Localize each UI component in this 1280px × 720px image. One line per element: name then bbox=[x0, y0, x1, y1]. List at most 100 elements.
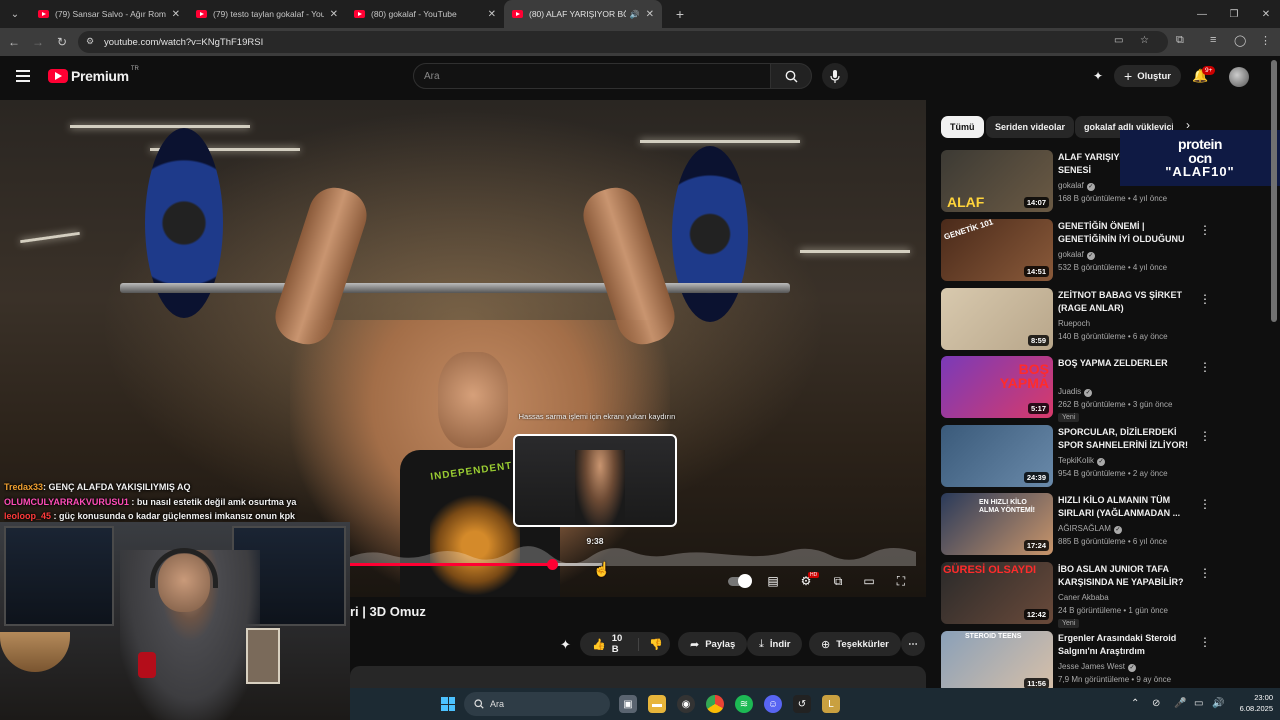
new-tab-button[interactable]: + bbox=[668, 6, 692, 22]
channel-name[interactable]: Ruepoch bbox=[1058, 319, 1090, 328]
recommended-video[interactable]: GÜRESİ OLSAYDI 12:42 İBO ASLAN JUNIOR TAFA… bbox=[941, 562, 1271, 628]
video-thumbnail[interactable]: STEROID TEENS 11:56 bbox=[941, 631, 1053, 693]
more-vertical-icon[interactable]: ⋮ bbox=[1199, 635, 1211, 649]
autoplay-toggle[interactable] bbox=[727, 573, 752, 589]
site-info-icon[interactable]: ⚙ bbox=[86, 36, 98, 48]
profile-icon[interactable]: ◯ bbox=[1234, 34, 1246, 47]
download-button[interactable]: ⤓ İndir bbox=[747, 632, 803, 656]
browser-tab-1[interactable]: (79) Sansar Salvo - Ağır Roman ✕ bbox=[30, 0, 188, 28]
window-close-icon[interactable]: ✕ bbox=[1250, 0, 1280, 28]
more-vertical-icon[interactable]: ⋮ bbox=[1199, 566, 1211, 580]
recommended-video[interactable]: EN HIZLI KİLO ALMA YÖNTEMİ! 17:24 HIZLI Kİ… bbox=[941, 493, 1271, 557]
bookmark-star-icon[interactable]: ☆ bbox=[1140, 35, 1149, 46]
restore-icon[interactable]: ❐ bbox=[1218, 0, 1250, 28]
tab-close-icon[interactable]: ✕ bbox=[646, 9, 654, 20]
recommended-video[interactable]: GENETİK 101 14:51 GENETİĞİN ÖNEMİ | GENETİ… bbox=[941, 219, 1271, 283]
chip-all[interactable]: Tümü bbox=[941, 116, 984, 138]
more-vertical-icon[interactable]: ⋮ bbox=[1199, 360, 1211, 374]
create-button[interactable]: + Oluştur bbox=[1114, 65, 1181, 87]
channel-name[interactable]: TepkiKolik ✓ bbox=[1058, 456, 1106, 466]
channel-name[interactable]: AĞIRSAĞLAM ✓ bbox=[1058, 524, 1122, 534]
file-explorer-icon[interactable]: ▬ bbox=[648, 695, 666, 713]
forward-arrow-icon[interactable]: → bbox=[26, 35, 50, 49]
recommended-video[interactable]: 24:39 SPORCULAR, DİZİLERDEKİ SPOR SAHNELE… bbox=[941, 425, 1271, 489]
video-thumbnail[interactable]: 8:59 bbox=[941, 288, 1053, 350]
minimize-icon[interactable]: — bbox=[1186, 0, 1218, 28]
share-button[interactable]: ➦ Paylaş bbox=[678, 632, 748, 656]
miniplayer-icon[interactable]: ⧉ bbox=[829, 573, 847, 589]
more-actions-button[interactable]: ⋯ bbox=[901, 632, 925, 656]
browser-tab-2[interactable]: (79) testo taylan gokalaf - YouT ✕ bbox=[188, 0, 346, 28]
tab-close-icon[interactable]: ✕ bbox=[172, 9, 180, 20]
video-thumbnail[interactable]: EN HIZLI KİLO ALMA YÖNTEMİ! 17:24 bbox=[941, 493, 1053, 555]
cast-icon[interactable]: ▭ bbox=[1114, 35, 1123, 46]
more-vertical-icon[interactable]: ⋮ bbox=[1199, 223, 1211, 237]
url-field[interactable]: ⚙ youtube.com/watch?v=KNgThF19RSI ▭ ☆ bbox=[78, 31, 1168, 53]
video-title[interactable]: İBO ASLAN JUNIOR TAFA KARŞISINDA NE YAPA… bbox=[1058, 563, 1193, 589]
video-title[interactable]: GENETİĞİN ÖNEMİ | GENETİĞİNİN İYİ OLDUĞU… bbox=[1058, 220, 1193, 246]
recommended-video[interactable]: STEROID TEENS 11:56 Ergenler Arasındaki St… bbox=[941, 631, 1271, 695]
account-avatar[interactable] bbox=[1229, 67, 1249, 87]
windows-start-icon[interactable] bbox=[441, 697, 455, 711]
chrome-icon[interactable] bbox=[706, 695, 724, 713]
microphone-tray-icon[interactable]: 🎤 bbox=[1174, 698, 1186, 709]
league-client-icon[interactable]: L bbox=[822, 695, 840, 713]
video-title[interactable]: HIZLI KİLO ALMANIN TÜM SIRLARI (YAĞLANMA… bbox=[1058, 494, 1193, 520]
video-title[interactable]: ZEİTNOT BABAG VS ŞİRKET (RAGE ANLAR) bbox=[1058, 289, 1193, 315]
tab-close-icon[interactable]: ✕ bbox=[330, 9, 338, 20]
scrollbar-thumb[interactable] bbox=[1271, 60, 1277, 322]
scrubber-handle[interactable] bbox=[547, 559, 558, 570]
speaker-icon[interactable]: 🔊 bbox=[630, 10, 640, 19]
video-thumbnail[interactable]: ALAF 14:07 bbox=[941, 150, 1053, 212]
tab-close-icon[interactable]: ✕ bbox=[488, 9, 496, 20]
browser-tab-4-active[interactable]: (80) ALAF YARIŞIYOR BÖLÜ 🔊 ✕ bbox=[504, 0, 662, 28]
tab-search-icon[interactable]: ⌄ bbox=[4, 3, 26, 25]
channel-name[interactable]: gokalaf ✓ bbox=[1058, 181, 1095, 191]
extensions-icon[interactable]: ⧉ bbox=[1176, 34, 1184, 47]
volume-icon[interactable]: 🔊 bbox=[1212, 698, 1224, 709]
thumbs-down-icon[interactable]: 👎 bbox=[638, 637, 663, 651]
taskbar-search[interactable]: Ara bbox=[464, 692, 610, 716]
page-scrollbar[interactable] bbox=[1270, 60, 1278, 322]
search-button[interactable] bbox=[770, 63, 812, 89]
browser-tab-3[interactable]: (80) gokalaf - YouTube ✕ bbox=[346, 0, 504, 28]
video-title[interactable]: Ergenler Arasındaki Steroid Salgını'nı A… bbox=[1058, 632, 1193, 658]
tray-chevron-up-icon[interactable]: ⌃ bbox=[1131, 698, 1139, 709]
thanks-button[interactable]: ⊕ Teşekkürler bbox=[809, 632, 901, 656]
voice-search-button[interactable] bbox=[822, 63, 848, 89]
browser-menu-icon[interactable]: ⋮ bbox=[1260, 34, 1271, 47]
network-status-icon[interactable]: ⊘ bbox=[1152, 698, 1160, 709]
kick-icon[interactable]: ↺ bbox=[793, 695, 811, 713]
chip-series[interactable]: Seriden videolar bbox=[986, 116, 1075, 138]
subtitles-icon[interactable]: ▤ bbox=[764, 573, 782, 589]
theater-mode-icon[interactable]: ▭ bbox=[860, 573, 878, 589]
video-thumbnail[interactable]: BOŞ YAPMA 5:17 bbox=[941, 356, 1053, 418]
channel-name[interactable]: Caner Akbaba bbox=[1058, 593, 1109, 602]
taskbar-clock[interactable]: 23:00 6.08.2025 bbox=[1231, 692, 1273, 714]
like-button[interactable]: 👍 10 B 👎 bbox=[580, 632, 670, 656]
video-thumbnail[interactable]: 24:39 bbox=[941, 425, 1053, 487]
more-vertical-icon[interactable]: ⋮ bbox=[1199, 497, 1211, 511]
obs-icon[interactable]: ◉ bbox=[677, 695, 695, 713]
recommended-video[interactable]: BOŞ YAPMA 5:17 BOŞ YAPMA ZELDERLER Juadis ✓ 2… bbox=[941, 356, 1271, 422]
task-view-icon[interactable]: ▣ bbox=[619, 695, 637, 713]
channel-name[interactable]: Jesse James West ✓ bbox=[1058, 662, 1136, 672]
media-controls-icon[interactable]: ≡ bbox=[1210, 34, 1216, 46]
discord-icon[interactable]: ☺ bbox=[764, 695, 782, 713]
back-arrow-icon[interactable]: ← bbox=[2, 35, 26, 49]
search-input[interactable]: Ara bbox=[413, 63, 771, 89]
channel-name[interactable]: gokalaf ✓ bbox=[1058, 250, 1095, 260]
fullscreen-icon[interactable]: ⛶ bbox=[892, 573, 910, 589]
more-vertical-icon[interactable]: ⋮ bbox=[1199, 292, 1211, 306]
studio-icon[interactable]: ✦ bbox=[1093, 69, 1103, 83]
youtube-premium-logo[interactable]: Premium TR bbox=[48, 66, 139, 84]
menu-icon[interactable] bbox=[16, 70, 30, 82]
reload-icon[interactable]: ↻ bbox=[50, 35, 74, 49]
video-title[interactable]: BOŞ YAPMA ZELDERLER bbox=[1058, 357, 1193, 370]
video-thumbnail[interactable]: GENETİK 101 14:51 bbox=[941, 219, 1053, 281]
video-title[interactable]: SPORCULAR, DİZİLERDEKİ SPOR SAHNELERİNİ … bbox=[1058, 426, 1193, 452]
display-icon[interactable]: ▭ bbox=[1194, 698, 1203, 709]
more-vertical-icon[interactable]: ⋮ bbox=[1199, 429, 1211, 443]
recommended-video[interactable]: 8:59 ZEİTNOT BABAG VS ŞİRKET (RAGE ANLAR)… bbox=[941, 288, 1271, 352]
channel-name[interactable]: Juadis ✓ bbox=[1058, 387, 1093, 397]
